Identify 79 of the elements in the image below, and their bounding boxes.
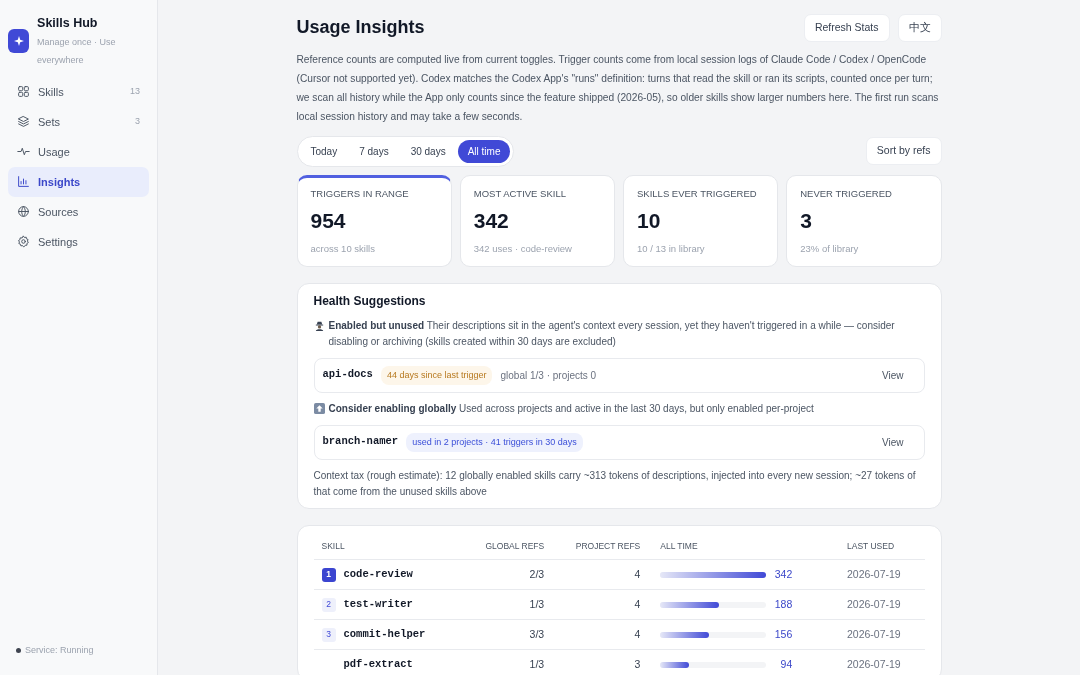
bar-chart-icon [17,175,30,189]
column-header: GLOBAL REFS [461,533,551,560]
sidebar-item[interactable]: Usage [8,136,149,167]
table-cell: 1/3 [461,589,551,620]
skill-meta: global 1/3 · projects 0 [500,368,597,383]
item-count: 13 [130,85,140,98]
up-arrow-icon [313,402,325,414]
context-tax-note: Context tax (rough estimate): 12 globally enabled skills carry ~313 tokens of descriptions, injected into every new session; ~27 tokens of that come from the unused skills above [313,468,917,499]
detective-icon [313,319,325,331]
stat-value: 10 [637,208,662,234]
stat-note: across 10 skills [310,241,376,256]
stat-label: NEVER TRIGGERED [800,186,893,201]
sidebar-item[interactable]: Sources [8,196,149,227]
column-header: ALL TIME [646,533,837,560]
suggestion-text: Enabled but unused Their descriptions sit in the agent's context every session, yet they haven't triggered in a while — consider disabling or archiving (skills created within 30 days are excluded) [328,318,896,349]
trigger-count: 188 [774,596,793,612]
table-cell: 2/3 [461,559,551,590]
layers-icon [17,115,30,129]
rank-badge: 2 [321,597,336,612]
gear-icon [17,235,30,249]
column-header: LAST USED [837,533,925,560]
column-header: SKILL [313,533,462,560]
table-cell: 2026-07-19 [837,589,925,620]
sort-button[interactable]: Sort by refs [865,137,942,166]
status-text: Service: Running [25,643,94,657]
stat-value: 954 [310,208,347,234]
skill-tag: used in 2 projects · 41 triggers in 30 days [406,432,583,452]
table-cell: 3/3 [461,619,551,650]
sidebar-item[interactable]: Sets 3 [8,106,149,137]
trigger-count: 342 [774,566,793,582]
stat-note: 342 uses · code-review [473,241,573,256]
suggestion-text: Consider enabling globally Used across projects and active in the last 30 days, but only enabled per-project [328,401,814,416]
skill-name: api-docs [322,367,373,383]
trigger-count: 156 [774,626,793,642]
range-tab[interactable]: 7 days [349,139,399,163]
stat-value: 342 [473,208,510,234]
stat-note: 10 / 13 in library [637,241,706,256]
table-cell: 4 [550,589,647,620]
refresh-button[interactable]: Refresh Stats [803,14,890,42]
stat-note: 23% of library [800,241,860,256]
table-cell: 3 [550,649,647,675]
table-cell: 2026-07-19 [837,619,925,650]
stat-value: 3 [800,208,813,234]
item-count: 3 [135,115,140,128]
sidebar-item[interactable]: Insights [8,166,149,197]
description: Reference counts are computed live from current toggles. Trigger counts come from local session logs of Claude Code / Codex / OpenCode (Cursor not supported yet). Codex matches the Codex App's "runs" definition: turns that read the skill or ran its scripts, counted once per turn; we scan all history while the App only counts since the feature shipped (2026-05), so older skills show larger numbers here. The first run scans local session history and may take a few seconds. [296,52,940,124]
stat-label: MOST ACTIVE SKILL [473,186,567,201]
table-cell: 1/3 [461,649,551,675]
table-cell: 4 [550,619,647,650]
table-cell: 4 [550,559,647,590]
app-name: Skills Hub [37,15,99,32]
column-header: PROJECT REFS [550,533,647,560]
rank-badge: 3 [321,627,336,642]
view-button[interactable]: View [870,431,916,453]
app-tagline: Manage once · Use everywhere [37,35,117,67]
stat-label: SKILLS EVER TRIGGERED [637,186,758,201]
language-button[interactable]: 中文 [897,14,942,42]
table-cell: 2026-07-19 [837,559,925,590]
skill-name: test-writer [343,596,413,612]
app-logo [8,29,30,54]
grid-icon [17,85,30,99]
range-tab[interactable]: Today [300,139,348,163]
stat-label: TRIGGERS IN RANGE [310,186,410,201]
sidebar-item[interactable]: Skills 13 [8,76,149,107]
skill-name: branch-namer [322,434,399,450]
skill-name: pdf-extract [343,656,413,672]
range-tab[interactable]: 30 days [400,139,456,163]
table-cell: 2026-07-19 [837,649,925,675]
skill-name: code-review [343,566,413,582]
trigger-count: 94 [780,656,793,672]
section-title: Health Suggestions [313,292,427,310]
view-button[interactable]: View [870,364,916,386]
skill-tag: 44 days since last trigger [380,365,493,385]
skill-name: commit-helper [343,626,426,642]
sidebar-item[interactable]: Settings [8,226,149,257]
range-tab[interactable]: All time [457,139,511,163]
page-title: Usage Insights [296,17,425,39]
rank-badge: 1 [321,567,336,582]
globe-icon [17,205,30,219]
